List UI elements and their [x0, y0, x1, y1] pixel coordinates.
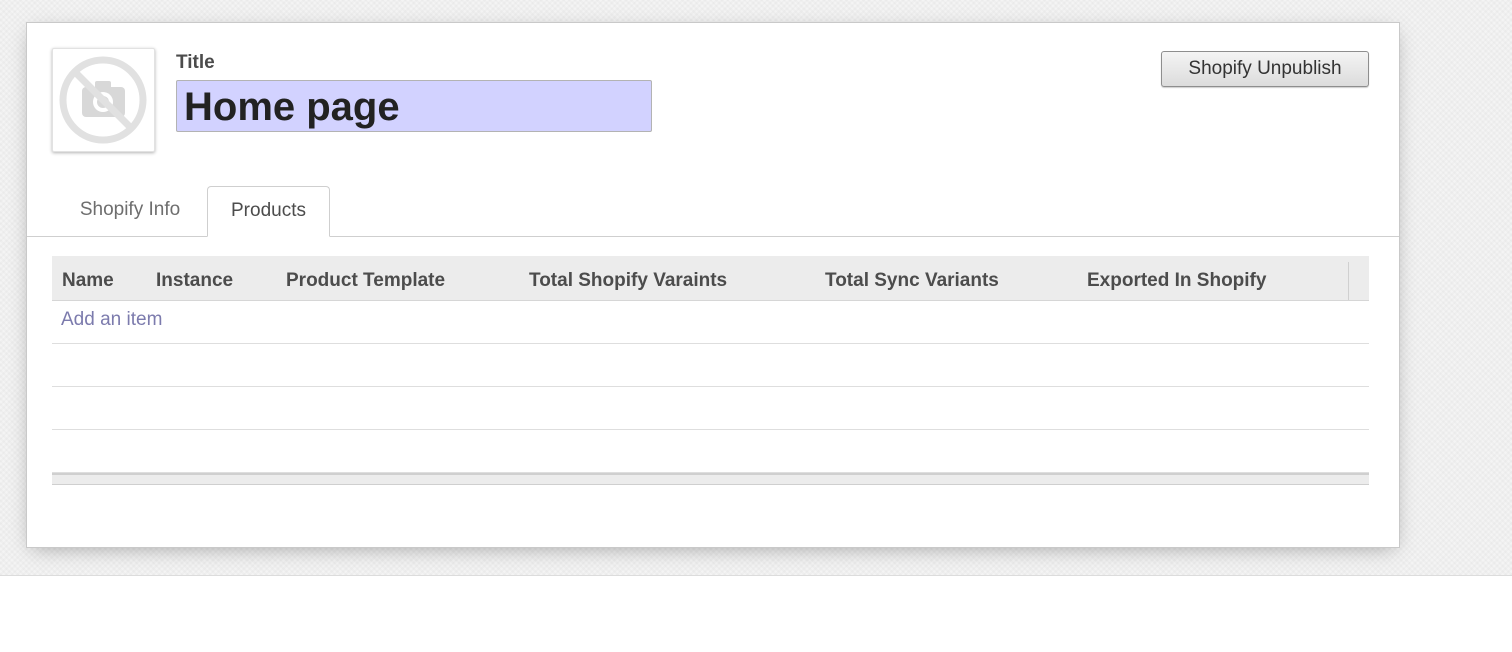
table-row: [52, 344, 1369, 387]
column-header-product-template[interactable]: Product Template: [286, 256, 445, 306]
table-footer: [52, 473, 1369, 485]
shopify-unpublish-button[interactable]: Shopify Unpublish: [1161, 51, 1369, 87]
column-header-instance[interactable]: Instance: [156, 256, 233, 306]
camera-off-icon: [59, 56, 147, 144]
table-row: [52, 430, 1369, 473]
table-header: Name Instance Product Template Total Sho…: [52, 256, 1369, 301]
add-item-link[interactable]: Add an item: [61, 301, 162, 339]
column-header-total-sync-variants[interactable]: Total Sync Variants: [825, 256, 999, 306]
products-table: Name Instance Product Template Total Sho…: [52, 256, 1369, 485]
column-divider: [1348, 262, 1349, 300]
product-image[interactable]: [52, 48, 155, 152]
column-header-name[interactable]: Name: [62, 256, 114, 306]
title-input[interactable]: Home page: [176, 80, 652, 132]
notebook-tabs: Shopify Info Products: [27, 186, 1399, 237]
column-header-exported-in-shopify[interactable]: Exported In Shopify: [1087, 256, 1266, 306]
title-label: Title: [176, 52, 215, 73]
tab-products[interactable]: Products: [207, 186, 330, 237]
table-row: Add an item: [52, 301, 1369, 344]
column-header-total-shopify-variants[interactable]: Total Shopify Varaints: [529, 256, 727, 306]
form-sheet: Title Home page Shopify Unpublish Shopif…: [26, 22, 1400, 548]
table-row: [52, 387, 1369, 430]
tab-shopify-info[interactable]: Shopify Info: [53, 186, 207, 236]
